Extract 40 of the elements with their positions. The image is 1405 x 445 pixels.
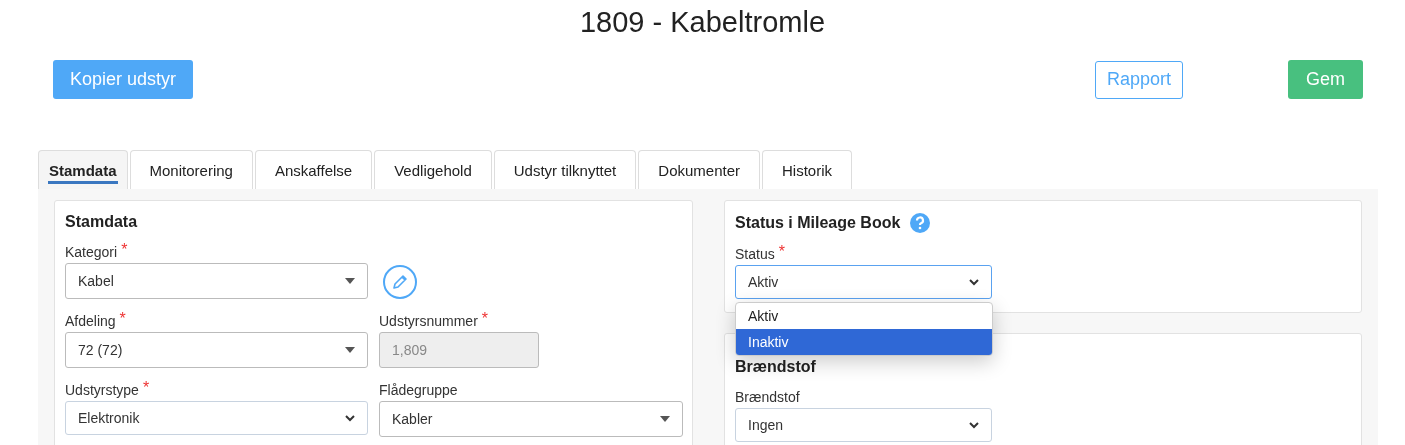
required-mark: * [481, 313, 489, 329]
field-label: Kategori [65, 244, 118, 260]
field-label: Flådegruppe [379, 382, 458, 398]
required-mark: * [119, 313, 126, 329]
dropdown-arrow-icon [660, 416, 670, 422]
tab[interactable]: Historik [762, 150, 852, 189]
select-field[interactable]: Elektronik [65, 401, 368, 435]
tab[interactable]: Anskaffelse [254, 150, 373, 189]
dropdown-option[interactable]: Aktiv [736, 303, 992, 329]
dropdown-arrow-icon [345, 347, 355, 353]
status-select[interactable]: Aktiv [735, 265, 992, 299]
pencil-icon [392, 274, 408, 290]
dropdown-field[interactable]: 72 (72) [65, 332, 368, 368]
field-label: Udstyrstype [65, 382, 139, 398]
dropdown-arrow-icon [345, 278, 355, 284]
help-icon[interactable] [910, 213, 931, 233]
card-heading: Stamdata [65, 213, 138, 231]
chevron-icon [969, 278, 979, 286]
card-heading: Brændstof [735, 358, 816, 376]
page-title: 1809 - Kabeltromle [579, 5, 826, 40]
dropdown-field[interactable]: Kabler [379, 401, 683, 437]
field-label: Brændstof [735, 389, 800, 405]
required-mark: * [142, 382, 150, 398]
card-heading: Status i Mileage Book [735, 214, 901, 232]
chevron-icon [969, 421, 979, 429]
tab[interactable]: Dokumenter [638, 150, 760, 189]
field-label: Afdeling [65, 313, 116, 329]
tab[interactable]: Udstyr tilknyttet [493, 150, 637, 189]
dropdown-field[interactable]: Kabel [65, 263, 368, 299]
chevron-icon [345, 414, 355, 422]
required-mark: * [778, 246, 785, 262]
select-field[interactable]: Ingen [735, 408, 992, 442]
tab[interactable]: Monitorering [129, 150, 253, 189]
required-mark: * [121, 244, 128, 260]
tab[interactable]: Stamdata [38, 150, 128, 189]
tab[interactable]: Vedligehold [374, 150, 492, 189]
field-label: Udstyrsnummer [379, 313, 478, 329]
edit-button[interactable] [383, 265, 417, 299]
dropdown-option[interactable]: Inaktiv [736, 329, 992, 355]
field-label: Status [735, 246, 775, 262]
